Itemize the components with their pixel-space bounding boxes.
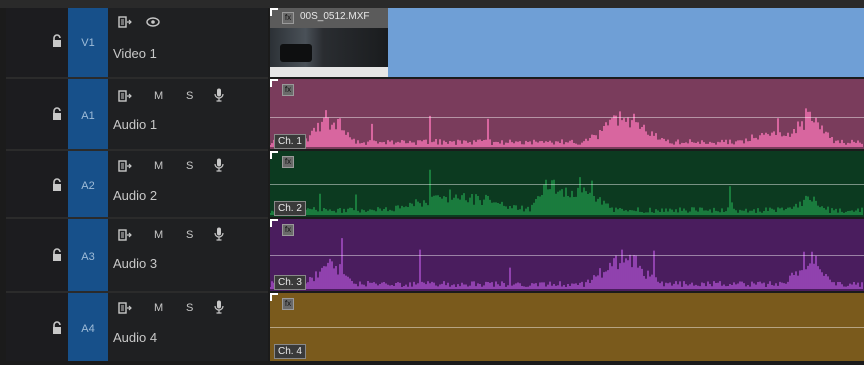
clip-start-marker xyxy=(270,151,278,159)
track-target-label: A2 xyxy=(81,180,95,192)
lock-icon[interactable] xyxy=(52,34,62,48)
fx-badge-icon[interactable]: fx xyxy=(282,84,294,96)
waveform-a1 xyxy=(270,108,863,147)
sync-lock-icon[interactable] xyxy=(118,90,132,102)
lock-icon[interactable] xyxy=(52,178,62,192)
timeline-top-strip xyxy=(0,0,864,8)
video-clip[interactable]: fx 00S_0512.MXF xyxy=(270,8,864,77)
track-target-label: A3 xyxy=(81,251,95,263)
lock-icon[interactable] xyxy=(52,248,62,262)
mute-button[interactable]: M xyxy=(154,90,163,102)
track-header-a1: A1 M S Audio 1 xyxy=(6,79,268,151)
lock-icon[interactable] xyxy=(52,321,62,335)
track-name-v1[interactable]: Video 1 xyxy=(113,46,157,61)
track-target-label: A1 xyxy=(81,110,95,122)
sync-lock-icon[interactable] xyxy=(118,229,132,241)
track-lane-a4[interactable]: fx Ch. 4 xyxy=(270,293,864,361)
solo-button[interactable]: S xyxy=(186,302,193,314)
volume-rubberband[interactable] xyxy=(270,117,864,118)
track-name-area-a2: M S Audio 2 xyxy=(108,151,268,217)
video-thumbnail xyxy=(270,28,388,77)
track-target-a2[interactable]: A2 xyxy=(68,151,108,217)
waveform-path xyxy=(270,108,863,147)
track-a4: A4 M S Audio 4 fx Ch. 4 xyxy=(6,293,864,361)
sync-lock-icon[interactable] xyxy=(118,160,132,172)
track-a3: A3 M S Audio 3 fx Ch. 3 xyxy=(6,219,864,293)
waveform-path xyxy=(270,238,863,289)
clip-start-marker xyxy=(270,219,278,227)
track-lane-a1[interactable]: fx Ch. 1 xyxy=(270,79,864,149)
track-v1: V1 Video 1 fx 00S_0512.MXF xyxy=(6,8,864,79)
eye-icon[interactable] xyxy=(146,17,160,27)
mute-button[interactable]: M xyxy=(154,160,163,172)
microphone-icon[interactable] xyxy=(214,227,224,241)
track-target-a3[interactable]: A3 xyxy=(68,219,108,291)
track-lane-a2[interactable]: fx Ch. 2 xyxy=(270,151,864,217)
solo-button[interactable]: S xyxy=(186,90,193,102)
mute-button[interactable]: M xyxy=(154,229,163,241)
volume-rubberband[interactable] xyxy=(270,255,864,256)
solo-button[interactable]: S xyxy=(186,229,193,241)
track-name-a2[interactable]: Audio 2 xyxy=(113,188,157,203)
track-name-a4[interactable]: Audio 4 xyxy=(113,330,157,345)
clip-start-marker xyxy=(270,79,278,87)
track-name-a1[interactable]: Audio 1 xyxy=(113,117,157,132)
volume-rubberband[interactable] xyxy=(270,327,864,328)
track-name-a3[interactable]: Audio 3 xyxy=(113,256,157,271)
track-name-area-a4: M S Audio 4 xyxy=(108,293,268,361)
microphone-icon[interactable] xyxy=(214,300,224,314)
timeline-panel: V1 Video 1 fx 00S_0512.MXF A1 M S Audio … xyxy=(0,0,864,365)
fx-badge-icon[interactable]: fx xyxy=(282,156,294,168)
track-header-a4: A4 M S Audio 4 xyxy=(6,293,268,361)
solo-button[interactable]: S xyxy=(186,160,193,172)
mute-button[interactable]: M xyxy=(154,302,163,314)
channel-label: Ch. 1 xyxy=(274,134,306,149)
track-target-label: V1 xyxy=(81,37,95,49)
channel-label: Ch. 4 xyxy=(274,344,306,359)
lock-icon[interactable] xyxy=(52,107,62,121)
video-clip-name: 00S_0512.MXF xyxy=(300,11,370,22)
fx-badge-icon[interactable]: fx xyxy=(282,298,294,310)
track-a2: A2 M S Audio 2 fx Ch. 2 xyxy=(6,151,864,219)
track-target-v1[interactable]: V1 xyxy=(68,8,108,77)
clip-start-marker xyxy=(270,8,278,16)
track-lane-a3[interactable]: fx Ch. 3 xyxy=(270,219,864,291)
sync-lock-icon[interactable] xyxy=(118,302,132,314)
track-name-area-v1: Video 1 xyxy=(108,8,268,77)
track-header-a3: A3 M S Audio 3 xyxy=(6,219,268,293)
microphone-icon[interactable] xyxy=(214,88,224,102)
fx-badge-icon[interactable]: fx xyxy=(282,12,294,24)
track-name-area-a3: M S Audio 3 xyxy=(108,219,268,291)
channel-label: Ch. 3 xyxy=(274,275,306,290)
channel-label: Ch. 2 xyxy=(274,201,306,216)
microphone-icon[interactable] xyxy=(214,158,224,172)
volume-rubberband[interactable] xyxy=(270,184,864,185)
track-header-a2: A2 M S Audio 2 xyxy=(6,151,268,219)
track-target-a1[interactable]: A1 xyxy=(68,79,108,149)
track-a1: A1 M S Audio 1 fx Ch. 1 xyxy=(6,79,864,151)
waveform-path xyxy=(270,169,863,215)
track-target-label: A4 xyxy=(81,323,95,335)
fx-badge-icon[interactable]: fx xyxy=(282,224,294,236)
track-target-a4[interactable]: A4 xyxy=(68,293,108,361)
track-header-v1: V1 Video 1 xyxy=(6,8,268,79)
track-name-area-a1: M S Audio 1 xyxy=(108,79,268,149)
track-lane-v1[interactable]: fx 00S_0512.MXF xyxy=(270,8,864,77)
clip-start-marker xyxy=(270,293,278,301)
sync-lock-icon[interactable] xyxy=(118,16,132,28)
